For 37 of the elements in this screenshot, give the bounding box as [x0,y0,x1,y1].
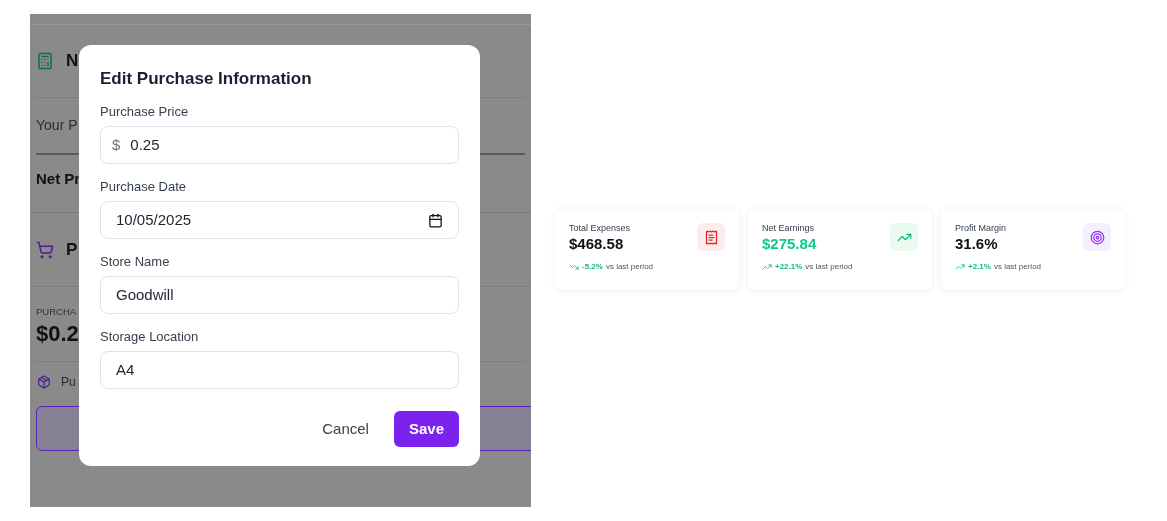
stat-title: Total Expenses [569,223,631,234]
price-field[interactable]: $ 0.25 [100,126,459,164]
calendar-icon[interactable] [428,212,443,228]
save-button[interactable]: Save [393,411,459,447]
item-label: Pu [61,374,76,392]
change-value: +2.1% [968,261,991,273]
purchase-label: Your P [36,116,78,135]
cart-icon [36,240,54,259]
target-icon [1083,223,1111,251]
stat-value: 31.6% [955,234,999,254]
net-profit-label: Net Pr [36,168,81,189]
change-note: vs last period [605,261,654,273]
input-field[interactable]: Goodwill [100,276,459,314]
change-note: vs last period [805,261,853,273]
currency-prefix: $ [112,134,121,155]
trend-up-icon [890,223,918,251]
dialog-title: Edit Purchase Information [100,68,313,90]
stat-value: $275.84 [762,234,817,254]
change-value: +22.1% [775,261,803,273]
change-note: vs last period [993,261,1042,273]
purchase-caption: PURCHA [36,305,77,319]
field-label: Purchase Price [100,103,190,121]
stat-value: $468.58 [569,234,625,254]
section-title: P [66,238,78,261]
change-value: -5.2% [582,261,603,273]
section-title: N [66,50,79,73]
input-field[interactable]: A4 [100,351,459,389]
stat-title: Net Earnings [762,223,816,234]
field-label: Storage Location [100,328,200,346]
date-field[interactable]: 10/05/2025 [100,201,459,239]
purchase-amount: $0.2 [36,320,79,349]
cancel-button[interactable]: Cancel [322,411,369,447]
stat-title: Profit Margin [955,223,1007,234]
calculator-icon [36,52,54,70]
field-label: Purchase Date [100,178,187,196]
field-label: Store Name [100,253,171,271]
box-icon [37,375,51,390]
